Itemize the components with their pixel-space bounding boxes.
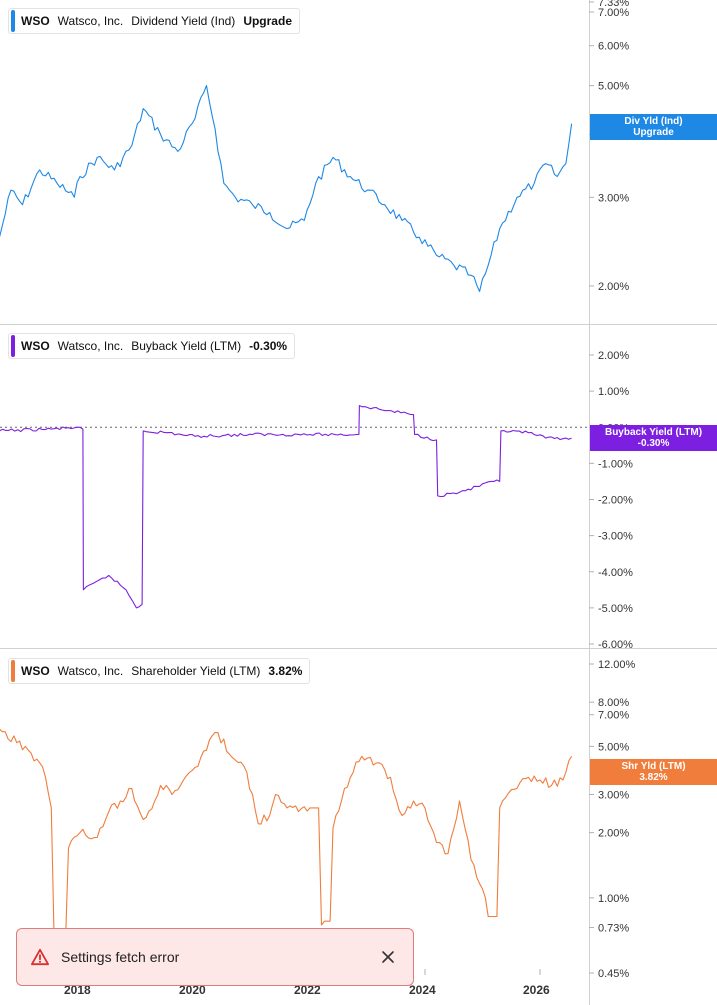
buyback-chart-svg: 2.00%1.00%0.00%-1.00%-2.00%-3.00%-4.00%-…	[0, 350, 633, 651]
legend-value: 3.82%	[268, 664, 303, 678]
shareholder-tag-line1: Shr Yld (LTM)	[621, 761, 686, 772]
legend-ticker: WSO	[21, 664, 50, 678]
legend-ticker: WSO	[21, 339, 50, 353]
y-tick-label: 3.00%	[598, 789, 629, 801]
shareholder-tag-line2: 3.82%	[639, 772, 668, 783]
buyback-tag-line2: -0.30%	[637, 438, 670, 449]
series-line	[0, 85, 573, 293]
y-tick-label: 2.00%	[598, 828, 629, 840]
shareholder-swatch	[11, 660, 15, 682]
x-axis-label: 2026	[523, 983, 550, 997]
warning-icon	[31, 948, 49, 966]
y-tick-label: 0.45%	[598, 968, 629, 980]
buyback-yield-panel: 2.00%1.00%0.00%-1.00%-2.00%-3.00%-4.00%-…	[0, 325, 717, 651]
x-axis-label: 2024	[409, 983, 436, 997]
dividend-tag-line2: Upgrade	[633, 127, 674, 138]
legend-ticker: WSO	[21, 14, 50, 28]
series-line	[0, 728, 573, 944]
y-tick-label: 6.00%	[598, 41, 629, 53]
y-tick-label: 7.00%	[598, 710, 629, 722]
dividend-tag-line1: Div Yld (Ind)	[624, 116, 683, 127]
dividend-tag: Div Yld (Ind) Upgrade	[590, 114, 717, 140]
toast-message: Settings fetch error	[61, 949, 180, 965]
legend-metric: Shareholder Yield (LTM)	[131, 664, 261, 678]
y-tick-label: 8.00%	[598, 697, 629, 709]
y-tick-label: 1.00%	[598, 386, 629, 398]
legend-company: Watsco, Inc.	[57, 664, 124, 678]
y-tick-label: 0.73%	[598, 922, 629, 934]
y-tick-label: -2.00%	[598, 495, 633, 507]
close-icon[interactable]	[381, 950, 395, 964]
buyback-swatch	[11, 335, 15, 357]
dividend-legend[interactable]: WSO Watsco, Inc. Dividend Yield (Ind) Up…	[8, 8, 300, 34]
y-tick-label: 2.00%	[598, 350, 629, 362]
legend-metric: Dividend Yield (Ind)	[131, 14, 236, 28]
shareholder-tag: Shr Yld (LTM) 3.82%	[590, 759, 717, 785]
y-tick-label: -5.00%	[598, 603, 633, 615]
legend-company: Watsco, Inc.	[57, 339, 124, 353]
y-tick-label: 5.00%	[598, 81, 629, 93]
dividend-swatch	[11, 10, 15, 32]
legend-value: -0.30%	[249, 339, 288, 353]
y-tick-label: -4.00%	[598, 567, 633, 579]
y-tick-label: 12.00%	[598, 659, 636, 671]
series-line	[0, 405, 572, 609]
y-tick-label: 5.00%	[598, 741, 629, 753]
y-tick-label: -1.00%	[598, 458, 633, 470]
buyback-tag-line1: Buyback Yield (LTM)	[604, 427, 703, 438]
legend-company: Watsco, Inc.	[57, 14, 124, 28]
y-tick-label: -3.00%	[598, 531, 633, 543]
dividend-chart-svg: 7.33%7.00%6.00%5.00%4.00%3.00%2.00%	[0, 0, 629, 293]
error-toast: Settings fetch error	[16, 928, 414, 986]
legend-value[interactable]: Upgrade	[243, 14, 292, 28]
buyback-tag: Buyback Yield (LTM) -0.30%	[590, 425, 717, 451]
shareholder-legend[interactable]: WSO Watsco, Inc. Shareholder Yield (LTM)…	[8, 658, 311, 684]
y-tick-label: 7.00%	[598, 7, 629, 19]
y-tick-label: 1.00%	[598, 893, 629, 905]
y-tick-label: 3.00%	[598, 192, 629, 204]
dividend-yield-panel: 7.33%7.00%6.00%5.00%4.00%3.00%2.00% WSO …	[0, 0, 717, 324]
buyback-legend[interactable]: WSO Watsco, Inc. Buyback Yield (LTM) -0.…	[8, 333, 296, 359]
y-tick-label: 2.00%	[598, 281, 629, 293]
legend-metric: Buyback Yield (LTM)	[131, 339, 242, 353]
